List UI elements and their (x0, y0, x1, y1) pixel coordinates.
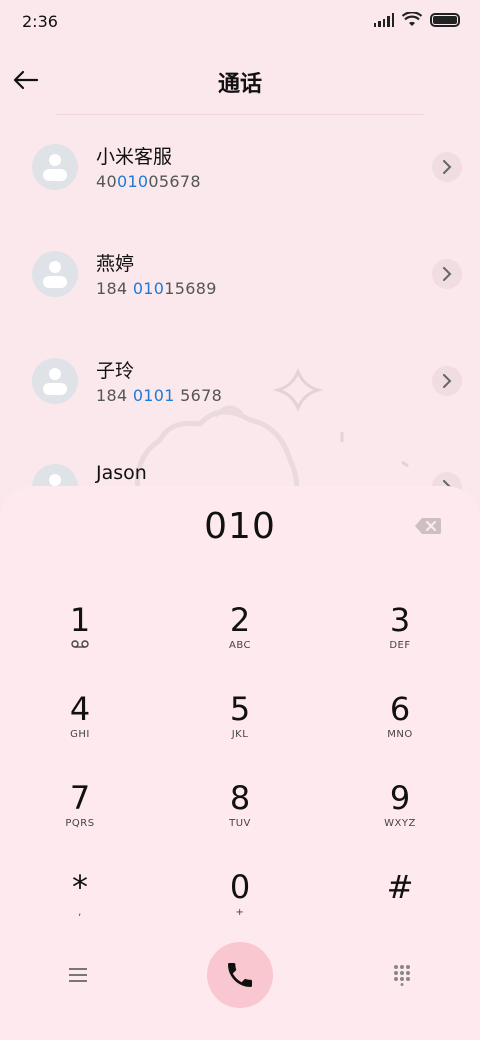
key-letters: , (78, 907, 82, 918)
key-8[interactable]: 8 TUV (180, 780, 300, 854)
key-digit: 6 (389, 690, 411, 728)
key-letters: WXYZ (384, 818, 416, 829)
key-9[interactable]: 9 WXYZ (340, 780, 460, 854)
phone-icon (228, 963, 252, 987)
avatar (32, 144, 78, 190)
key-1[interactable]: 1 (20, 602, 140, 676)
menu-icon (69, 968, 87, 982)
avatar (32, 358, 78, 404)
key-letters: GHI (70, 729, 90, 740)
key-hash[interactable]: # (340, 869, 460, 943)
contact-number: 184 01015689 (96, 279, 217, 298)
dialed-number[interactable]: 010 (0, 506, 480, 547)
contact-name: 子玲 (96, 360, 135, 382)
call-button[interactable] (207, 942, 273, 1008)
status-bar: 2:36 (0, 0, 480, 44)
key-digit: 5 (229, 690, 251, 728)
key-letters: PQRS (65, 818, 95, 829)
contact-detail-button[interactable] (432, 152, 462, 182)
contact-detail-button[interactable] (432, 259, 462, 289)
avatar (32, 251, 78, 297)
dialpad-icon (394, 965, 410, 986)
key-star[interactable]: * , (20, 869, 140, 943)
key-6[interactable]: 6 MNO (340, 691, 460, 765)
contact-number: 4001005678 (96, 172, 201, 191)
voicemail-icon (20, 640, 140, 651)
dialpad-panel: 010 1 2 ABC 3 DEF 4 GHI 5 JKL 6 MNO 7 PQ… (0, 486, 480, 1040)
key-digit: 4 (69, 690, 91, 728)
dialpad-toggle-button[interactable] (382, 955, 422, 995)
chevron-right-icon (443, 267, 452, 281)
contact-detail-button[interactable] (432, 366, 462, 396)
key-digit: 1 (69, 601, 91, 639)
key-digit: 8 (229, 779, 251, 817)
contact-name: 燕婷 (96, 253, 135, 275)
key-digit: # (386, 868, 414, 906)
signal-icon (373, 13, 394, 27)
delete-button[interactable] (414, 516, 442, 536)
key-digit: 7 (69, 779, 91, 817)
key-digit: * (72, 868, 88, 906)
key-letters: ABC (228, 640, 251, 651)
key-3[interactable]: 3 DEF (340, 602, 460, 676)
key-letters: MNO (387, 729, 413, 740)
key-letters: JKL (231, 729, 249, 740)
key-letters: + (235, 907, 245, 918)
contact-name: Jason (96, 462, 147, 484)
key-digit: 0 (229, 868, 251, 906)
key-letters: TUV (229, 818, 251, 829)
chevron-right-icon (443, 374, 452, 388)
menu-button[interactable] (58, 955, 98, 995)
page-title: 通话 (217, 72, 262, 97)
contact-row[interactable]: 小米客服 4001005678 (0, 126, 480, 206)
contact-row[interactable]: 子玲 184 0101 5678 (0, 340, 480, 420)
status-icons (373, 12, 460, 28)
wifi-icon (402, 12, 422, 26)
status-time: 2:36 (22, 12, 58, 31)
key-7[interactable]: 7 PQRS (20, 780, 140, 854)
header: 通话 (0, 56, 480, 104)
key-4[interactable]: 4 GHI (20, 691, 140, 765)
contact-name: 小米客服 (96, 146, 173, 168)
contact-number: 184 0101 5678 (96, 386, 223, 405)
key-digit: 3 (389, 601, 411, 639)
key-5[interactable]: 5 JKL (180, 691, 300, 765)
header-divider (56, 114, 424, 115)
key-digit: 9 (389, 779, 411, 817)
key-0[interactable]: 0 + (180, 869, 300, 943)
key-2[interactable]: 2 ABC (180, 602, 300, 676)
backspace-icon (415, 518, 441, 534)
key-digit: 2 (229, 601, 251, 639)
contact-row[interactable]: 燕婷 184 01015689 (0, 233, 480, 313)
key-letters: DEF (389, 640, 411, 651)
chevron-right-icon (443, 160, 452, 174)
battery-icon (430, 13, 460, 27)
